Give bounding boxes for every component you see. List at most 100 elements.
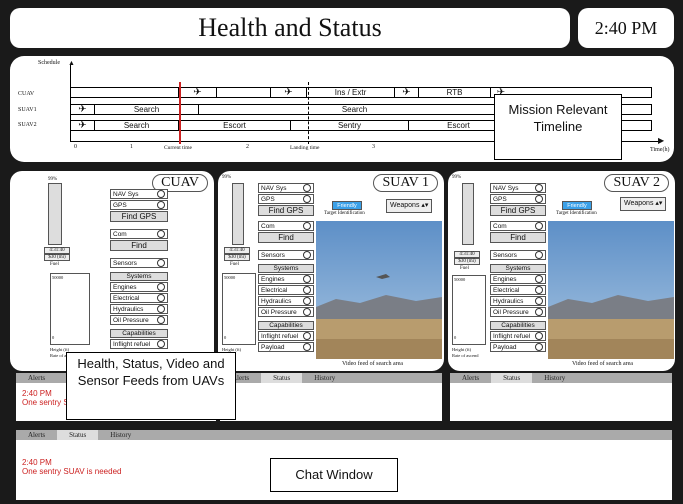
video-frame	[316, 221, 442, 359]
status-light-icon	[303, 184, 311, 192]
feeds-callout: Health, Status, Video and Sensor Feeds f…	[66, 352, 236, 420]
system-row[interactable]: Hydraulics	[110, 304, 168, 314]
system-row[interactable]: Engines	[490, 274, 546, 284]
altitude-max: 50000	[52, 275, 64, 280]
com-indicator[interactable]: Com	[110, 229, 168, 239]
sensors-indicator[interactable]: Sensors	[490, 250, 546, 260]
segment-rtb[interactable]: RTB	[419, 88, 491, 97]
status-light-icon	[157, 259, 165, 267]
suav1-tab-strip: Alerts Status History	[220, 373, 442, 383]
tab-status[interactable]: Status	[261, 373, 303, 383]
friendly-badge[interactable]: Friendly	[332, 201, 362, 210]
system-row[interactable]: Electrical	[258, 285, 314, 295]
system-row[interactable]: Hydraulics	[490, 296, 546, 306]
gps-indicator[interactable]: GPS	[490, 194, 546, 204]
altitude-max: 50000	[224, 275, 236, 280]
fuel-gauge-max: 99%	[452, 175, 462, 180]
segment-search[interactable]: Search	[95, 121, 179, 130]
x-axis-arrow: ▶	[658, 136, 665, 145]
uav-name: SUAV 2	[604, 174, 669, 192]
tick-2: 2	[246, 144, 249, 150]
friendly-badge[interactable]: Friendly	[562, 201, 592, 210]
capability-row[interactable]: Inflight refuel	[490, 331, 546, 341]
weapons-select[interactable]: Weapons ▴▾	[620, 197, 666, 211]
segment-escort[interactable]: Escort	[179, 121, 291, 130]
altitude-max: 50000	[454, 277, 466, 282]
tab-status[interactable]: Status	[57, 430, 99, 440]
plane-icon: ✈	[271, 88, 307, 98]
find-gps-button[interactable]: Find GPS	[258, 205, 314, 216]
status-light-icon	[535, 275, 543, 283]
tab-alerts[interactable]: Alerts	[450, 373, 491, 383]
plane-icon: ✈	[71, 121, 95, 131]
find-com-button[interactable]: Find	[110, 240, 168, 251]
systems-heading: Systems	[258, 264, 314, 273]
system-row[interactable]: Hydraulics	[258, 296, 314, 306]
fuel-gauge	[232, 183, 244, 245]
tab-history[interactable]: History	[532, 373, 577, 383]
fuel-amount: $30 (mi)	[44, 254, 70, 261]
nav-sys-indicator[interactable]: NAV Sys	[490, 183, 546, 193]
status-light-icon	[535, 343, 543, 351]
status-column: NAV Sys GPS Find GPS Com Find Sensors Sy…	[258, 183, 314, 353]
fuel-gauge-max: 99%	[222, 175, 232, 180]
fuel-amount: $30 (mi)	[224, 254, 250, 261]
nav-sys-indicator[interactable]: NAV Sys	[258, 183, 314, 193]
com-indicator[interactable]: Com	[258, 221, 314, 231]
gps-indicator[interactable]: GPS	[258, 194, 314, 204]
y-axis-arrow: ▲	[68, 60, 75, 67]
status-light-icon	[535, 184, 543, 192]
plane-icon: ✈	[395, 88, 419, 98]
current-time-label: Current time	[164, 145, 192, 151]
segment-search[interactable]: Search	[199, 105, 511, 114]
status-light-icon	[535, 222, 543, 230]
system-row[interactable]: Engines	[258, 274, 314, 284]
status-light-icon	[157, 190, 165, 198]
video-feed[interactable]	[316, 221, 442, 359]
tab-status[interactable]: Status	[491, 373, 533, 383]
altitude-gauge	[50, 273, 90, 345]
capability-row[interactable]: Inflight refuel	[110, 339, 168, 349]
segment-ins-extr[interactable]: Ins / Extr	[307, 88, 395, 97]
target-id-label: Target Identification	[324, 211, 365, 216]
find-com-button[interactable]: Find	[490, 232, 546, 243]
suav1-info-panel	[220, 383, 442, 421]
fuel-label: Fuel	[50, 262, 59, 267]
current-time-marker	[179, 82, 181, 144]
segment-search[interactable]: Search	[95, 105, 199, 114]
capability-row[interactable]: Inflight refuel	[258, 331, 314, 341]
system-row[interactable]: Oil Pressure	[258, 307, 314, 317]
weapons-select[interactable]: Weapons ▴▾	[386, 199, 432, 213]
sensors-indicator[interactable]: Sensors	[258, 250, 314, 260]
find-gps-button[interactable]: Find GPS	[490, 205, 546, 216]
gps-indicator[interactable]: GPS	[110, 200, 168, 210]
system-row[interactable]: Electrical	[110, 293, 168, 303]
nav-sys-indicator[interactable]: NAV Sys	[110, 189, 168, 199]
tab-alerts[interactable]: Alerts	[16, 373, 57, 383]
tab-history[interactable]: History	[98, 430, 143, 440]
system-row[interactable]: Oil Pressure	[110, 315, 168, 325]
system-row[interactable]: Engines	[110, 282, 168, 292]
capability-row[interactable]: Payload	[490, 342, 546, 352]
status-light-icon	[535, 195, 543, 203]
com-indicator[interactable]: Com	[490, 221, 546, 231]
system-row[interactable]: Oil Pressure	[490, 307, 546, 317]
uav-panel-suav2: SUAV 2 99% 4:31:40 $30 (mi) Fuel 50000 0…	[448, 171, 675, 371]
system-row[interactable]: Electrical	[490, 285, 546, 295]
status-light-icon	[535, 286, 543, 294]
tab-alerts[interactable]: Alerts	[16, 430, 57, 440]
sensors-indicator[interactable]: Sensors	[110, 258, 168, 268]
uav-panel-suav1: SUAV 1 99% 4:31:40 $30 (mi) Fuel 50000 0…	[218, 171, 444, 371]
find-com-button[interactable]: Find	[258, 232, 314, 243]
status-light-icon	[303, 222, 311, 230]
uav-panel-cuav: CUAV 99% 4:31:40 $30 (mi) Fuel 50000 0 H…	[10, 171, 214, 371]
capability-row[interactable]: Payload	[258, 342, 314, 352]
find-gps-button[interactable]: Find GPS	[110, 211, 168, 222]
rate-label: Rate of ascend	[452, 353, 479, 358]
tab-history[interactable]: History	[302, 373, 347, 383]
status-light-icon	[535, 251, 543, 259]
status-light-icon	[157, 305, 165, 313]
page-title: Health and Status	[10, 8, 570, 48]
fuel-time: 4:31:40	[44, 247, 70, 254]
video-feed[interactable]	[548, 221, 674, 359]
